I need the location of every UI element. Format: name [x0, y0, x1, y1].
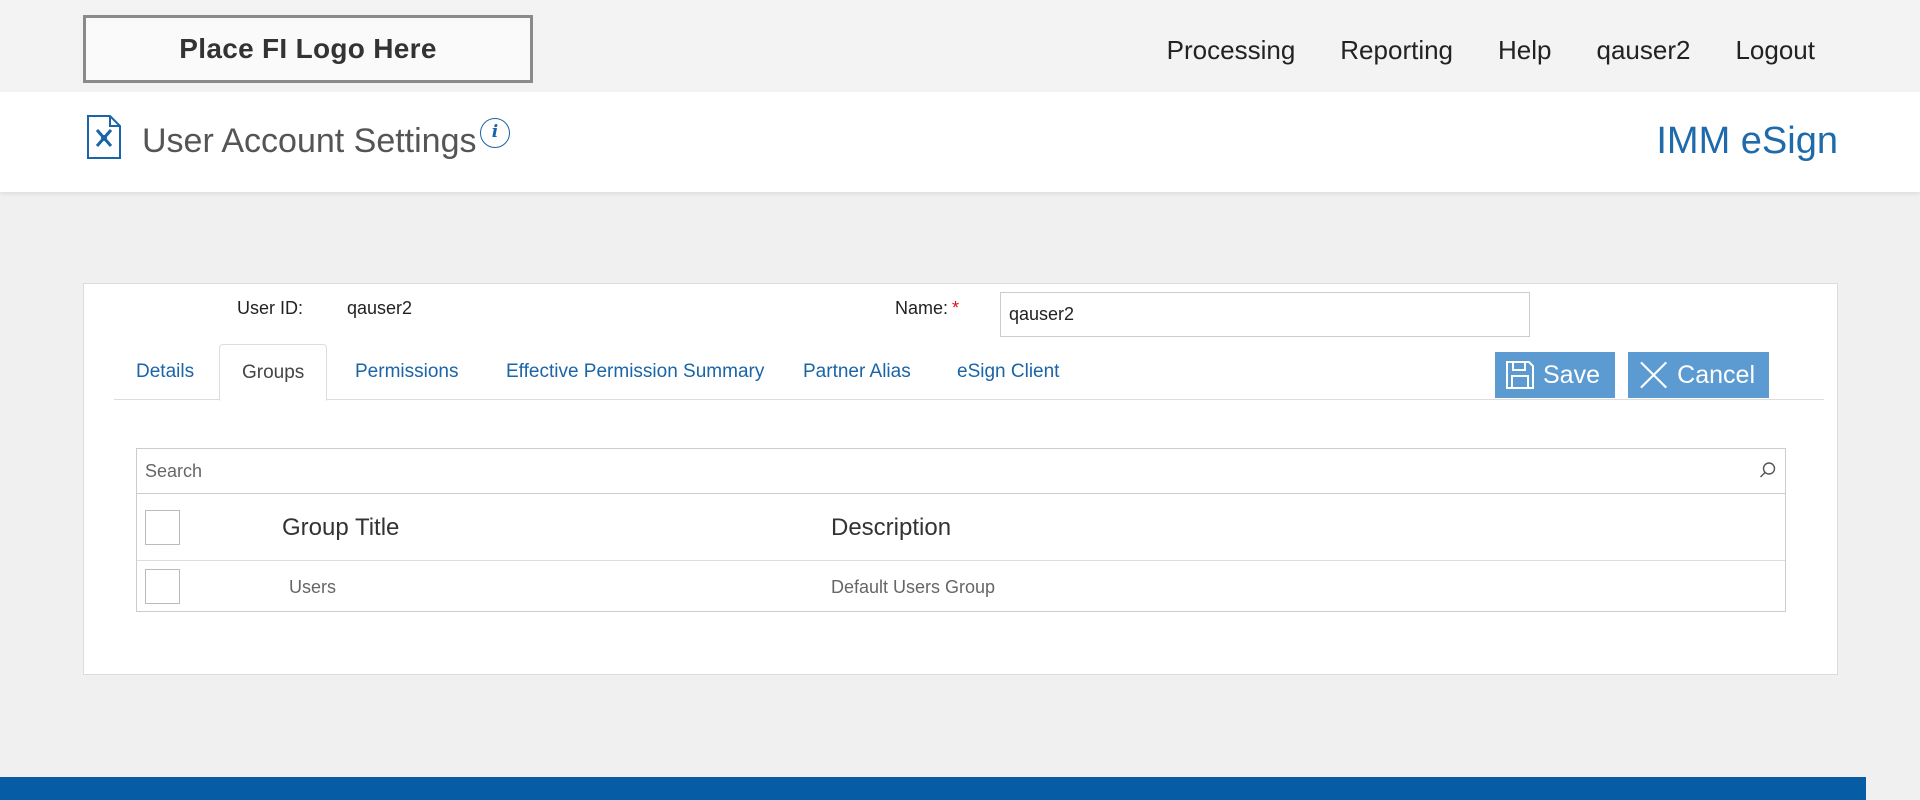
required-indicator: *	[952, 298, 960, 318]
footer-bar	[0, 777, 1866, 800]
close-icon	[1640, 361, 1668, 389]
nav-help[interactable]: Help	[1498, 30, 1551, 70]
name-field[interactable]	[1000, 292, 1530, 337]
cancel-button[interactable]: Cancel	[1628, 352, 1769, 398]
row-checkbox[interactable]	[145, 569, 180, 604]
tab-details[interactable]: Details	[114, 344, 216, 400]
table-header: Group Title Description	[137, 494, 1785, 561]
tab-permissions[interactable]: Permissions	[333, 344, 480, 400]
settings-document-icon	[87, 115, 121, 159]
column-header-description[interactable]: Description	[831, 514, 951, 542]
user-id-value: qauser2	[347, 298, 413, 318]
page-header: User Account Settings i IMM eSign	[0, 92, 1920, 192]
user-settings-panel: User ID: qauser2 Name:* Details Groups P…	[83, 283, 1838, 675]
nav-user-account[interactable]: qauser2	[1597, 30, 1691, 70]
name-label: Name: *	[895, 298, 959, 319]
column-header-group-title[interactable]: Group Title	[282, 514, 399, 542]
group-title-cell: Users	[289, 577, 337, 597]
tab-partner-alias[interactable]: Partner Alias	[781, 344, 933, 400]
fi-logo-placeholder: Place FI Logo Here	[83, 15, 533, 83]
description-cell: Default Users Group	[831, 577, 996, 597]
save-button[interactable]: Save	[1495, 352, 1615, 398]
search-icon[interactable]	[1759, 461, 1777, 479]
product-brand: IMM eSign	[1656, 120, 1838, 162]
select-all-checkbox[interactable]	[145, 510, 180, 545]
tab-effective-permission-summary[interactable]: Effective Permission Summary	[484, 344, 786, 400]
user-id-label: User ID:	[237, 298, 304, 318]
main-nav: Processing Reporting Help qauser2 Logout	[1122, 30, 1815, 70]
nav-logout[interactable]: Logout	[1735, 30, 1815, 70]
search-box	[136, 448, 1786, 494]
nav-processing[interactable]: Processing	[1167, 30, 1296, 70]
tab-esign-client[interactable]: eSign Client	[935, 344, 1081, 400]
info-icon[interactable]: i	[480, 118, 510, 148]
table-row[interactable]: Users Default Users Group	[137, 561, 1785, 612]
groups-table: Group Title Description Users Default Us…	[136, 494, 1786, 612]
floppy-disk-icon	[1506, 361, 1534, 389]
page-title: User Account Settings	[142, 122, 477, 160]
save-label: Save	[1543, 360, 1600, 389]
top-navigation-bar: Place FI Logo Here Processing Reporting …	[0, 0, 1920, 92]
name-label-text: Name:	[895, 298, 949, 318]
nav-reporting[interactable]: Reporting	[1340, 30, 1453, 70]
tab-groups[interactable]: Groups	[219, 344, 328, 401]
cancel-label: Cancel	[1677, 360, 1755, 389]
search-input[interactable]	[137, 449, 1785, 493]
